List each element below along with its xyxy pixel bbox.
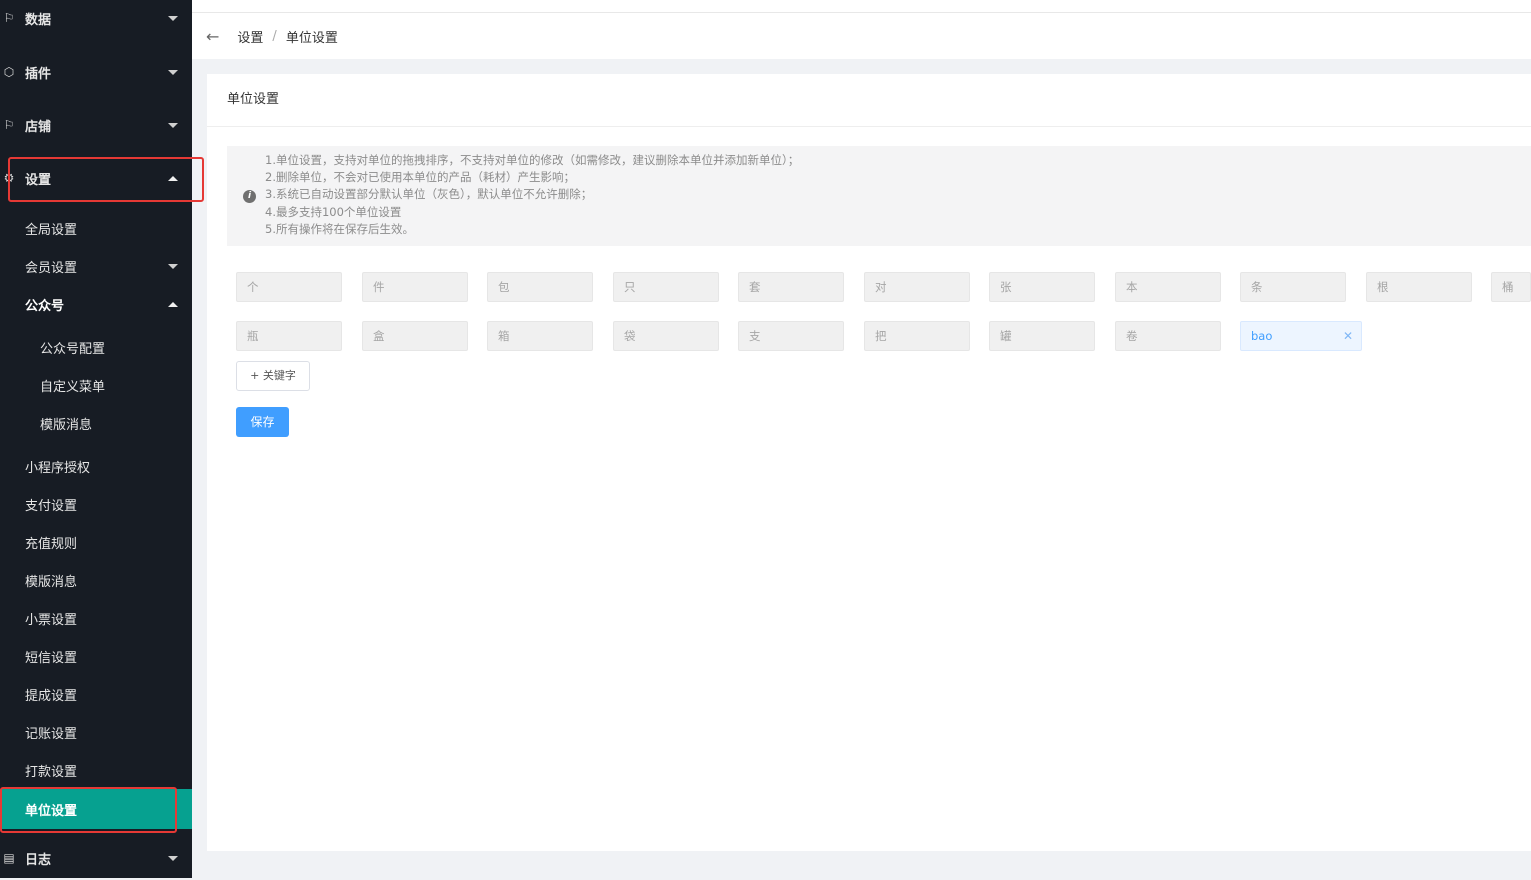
unit-tag[interactable]: 包 [487,272,593,302]
back-arrow-icon[interactable]: ← [206,27,219,46]
menu-commission-settings-label: 提成设置 [25,688,78,704]
sidebar: ⚐ 数据 ⬡ 插件 ⚐ 店铺 ⚙ 设置 全局设置 会员设置 公众号 公众号配置 … [0,0,204,880]
menu-custom-menu-label: 自定义菜单 [40,379,106,395]
menu-log-label: 日志 [25,852,52,868]
chevron-down-icon [168,15,178,21]
menu-miniapp-auth-label: 小程序授权 [25,460,91,476]
unit-tag[interactable]: 对 [864,272,970,302]
menu-data-label: 数据 [25,12,52,28]
menu-global-settings[interactable]: 全局设置 [0,209,192,247]
menu-receipt-settings-label: 小票设置 [25,612,78,628]
menu-recharge-rules-label: 充值规则 [25,536,78,552]
unit-tag[interactable]: 罐 [989,321,1095,351]
unit-tag[interactable]: 卷 [1115,321,1221,351]
notice-line-4: 4.最多支持100个单位设置 [265,204,402,219]
menu-template-message-label: 模版消息 [25,574,78,590]
menu-bookkeeping-settings[interactable]: 记账设置 [0,713,192,751]
save-button[interactable]: 保存 [236,407,289,437]
flag-icon: ⚐ [3,118,15,132]
menu-oa-template-label: 模版消息 [40,417,93,433]
menu-sms-settings[interactable]: 短信设置 [0,637,192,675]
unit-tag[interactable]: 套 [738,272,844,302]
unit-tag[interactable]: 桶 [1491,272,1531,302]
notice-line-5: 5.所有操作将在保存后生效。 [265,221,414,236]
menu-sms-settings-label: 短信设置 [25,650,78,666]
menu-bookkeeping-settings-label: 记账设置 [25,726,78,742]
breadcrumb-current: 单位设置 [285,30,338,46]
custom-unit-label: bao [1251,329,1273,343]
menu-member-settings-label: 会员设置 [25,260,78,276]
unit-tag[interactable]: 条 [1240,272,1346,302]
menu-settings[interactable]: ⚙ 设置 [0,156,192,200]
document-icon: ▤ [3,851,15,865]
menu-plugins[interactable]: ⬡ 插件 [0,50,192,94]
cube-icon: ⬡ [3,65,15,79]
chevron-up-icon [168,301,178,307]
menu-commission-settings[interactable]: 提成设置 [0,675,192,713]
menu-payment-settings[interactable]: 支付设置 [0,485,192,523]
menu-oa-config-label: 公众号配置 [40,341,106,357]
chevron-down-icon [168,855,178,861]
menu-recharge-rules[interactable]: 充值规则 [0,523,192,561]
menu-official-account[interactable]: 公众号 [0,285,192,323]
unit-tag[interactable]: 把 [864,321,970,351]
close-icon[interactable]: ✕ [1343,322,1353,350]
chevron-up-icon [168,175,178,181]
unit-tag[interactable]: 瓶 [236,321,342,351]
card-title: 单位设置 [207,74,1531,127]
chevron-down-icon [168,263,178,269]
notice-box: i 1.单位设置，支持对单位的拖拽排序，不支持对单位的修改（如需修改，建议删除本… [227,146,1531,246]
menu-unit-settings[interactable]: 单位设置 [0,789,192,829]
unit-tag[interactable]: 袋 [613,321,719,351]
menu-log[interactable]: ▤ 日志 [0,836,192,880]
menu-payout-settings[interactable]: 打款设置 [0,751,192,789]
menu-payment-settings-label: 支付设置 [25,498,78,514]
unit-tag[interactable]: 箱 [487,321,593,351]
menu-data[interactable]: ⚐ 数据 [0,0,192,40]
menu-global-settings-label: 全局设置 [25,222,78,238]
unit-tag[interactable]: 盒 [362,321,468,351]
unit-tag[interactable]: 只 [613,272,719,302]
unit-tag[interactable]: 根 [1366,272,1472,302]
chevron-down-icon [168,122,178,128]
gear-icon: ⚙ [3,171,15,185]
unit-tag[interactable]: 张 [989,272,1095,302]
unit-tag[interactable]: 本 [1115,272,1221,302]
breadcrumb: ← 设置 / 单位设置 [192,13,1531,59]
menu-settings-label: 设置 [25,172,52,188]
menu-store-label: 店铺 [25,119,52,135]
menu-member-settings[interactable]: 会员设置 [0,247,192,285]
menu-receipt-settings[interactable]: 小票设置 [0,599,192,637]
add-keyword-button[interactable]: + 关键字 [236,361,310,391]
chevron-down-icon [168,69,178,75]
menu-template-message[interactable]: 模版消息 [0,561,192,599]
top-bar [192,0,1531,13]
menu-miniapp-auth[interactable]: 小程序授权 [0,447,192,485]
notice-line-3: 3.系统已自动设置部分默认单位（灰色），默认单位不允许删除； [265,187,593,202]
menu-unit-settings-label: 单位设置 [25,803,78,819]
menu-oa-config[interactable]: 公众号配置 [0,328,192,366]
menu-official-account-label: 公众号 [25,298,65,314]
menu-store[interactable]: ⚐ 店铺 [0,103,192,147]
unit-settings-card: 单位设置 i 1.单位设置，支持对单位的拖拽排序，不支持对单位的修改（如需修改，… [207,74,1531,851]
menu-custom-menu[interactable]: 自定义菜单 [0,366,192,404]
menu-oa-template[interactable]: 模版消息 [0,404,192,442]
notice-line-1: 1.单位设置，支持对单位的拖拽排序，不支持对单位的修改（如需修改，建议删除本单位… [265,153,800,167]
custom-unit-tag[interactable]: bao ✕ [1240,321,1362,351]
menu-payout-settings-label: 打款设置 [25,764,78,780]
flag-icon: ⚐ [3,11,15,25]
unit-tag[interactable]: 件 [362,272,468,302]
menu-plugins-label: 插件 [25,66,52,82]
info-icon: i [243,190,256,203]
breadcrumb-parent[interactable]: 设置 [237,27,263,46]
unit-tag[interactable]: 个 [236,272,342,302]
breadcrumb-separator: / [272,28,277,44]
notice-line-2: 2.删除单位，不会对已使用本单位的产品（耗材）产生影响； [265,170,575,185]
unit-tag[interactable]: 支 [738,321,844,351]
